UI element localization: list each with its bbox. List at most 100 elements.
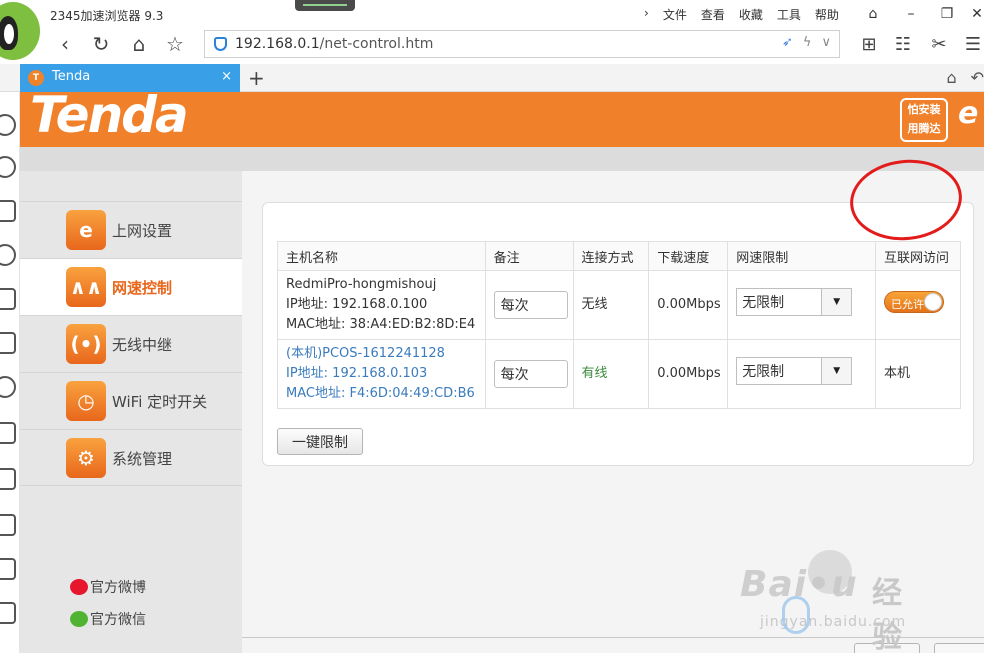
toggle-knob (924, 292, 943, 311)
weibo-icon[interactable] (0, 288, 16, 310)
close-window-icon[interactable]: ✕ (962, 3, 984, 25)
note-input[interactable] (493, 360, 568, 388)
host-info-cell: (本机)PCOS-1612241128 IP地址: 192.168.0.103 … (277, 339, 486, 409)
dropdown-arrow-icon[interactable]: ▼ (821, 288, 852, 315)
calculator-icon[interactable] (0, 514, 16, 536)
download-speed: 0.00Mbps (648, 339, 729, 409)
wechat-icon (70, 611, 88, 627)
menu-expand-icon[interactable]: › (644, 6, 649, 23)
undo-close-icon[interactable]: ↶ (971, 68, 984, 87)
sidebar-item-wifi-timer[interactable]: ◷ WiFi 定时开关 (20, 372, 242, 429)
host-info-cell: RedmiPro-hongmishouj IP地址: 192.168.0.100… (277, 270, 486, 340)
toggle-label: 已允许 (891, 297, 925, 311)
speed-wave-icon: ∧∧ (66, 267, 106, 307)
speed-limit-value: 无限制 (742, 363, 785, 380)
host-name: (本机)PCOS-1612241128 (286, 346, 445, 361)
menu-item-favorites[interactable]: 收藏 (739, 6, 763, 23)
sidebar-item-wireless-repeater[interactable]: (•) 无线中继 (20, 315, 242, 372)
tenda-favicon-icon: T (28, 70, 44, 86)
grid-icon[interactable] (0, 422, 16, 444)
cancel-button[interactable] (934, 643, 984, 653)
picture-icon[interactable] (0, 602, 16, 624)
download-speed: 0.00Mbps (648, 270, 729, 340)
menu-item-tools[interactable]: 工具 (777, 6, 801, 23)
home-icon[interactable]: ⌂ (126, 31, 152, 57)
speed-limit-cell: 无限制 ▼ (727, 270, 877, 340)
sidebar-item-label: WiFi 定时开关 (112, 393, 208, 411)
tools-icon[interactable] (0, 332, 16, 354)
speed-limit-value: 无限制 (742, 294, 785, 311)
skin-shirt-icon[interactable]: ⌂ (858, 3, 888, 25)
sweep-icon[interactable]: ⌂ (946, 68, 956, 87)
game-icon[interactable] (0, 376, 16, 398)
news-icon[interactable] (0, 200, 16, 222)
menu-item-help[interactable]: 帮助 (815, 6, 839, 23)
note-input[interactable] (493, 291, 568, 319)
device-table: 主机名称 备注 连接方式 下载速度 网速限制 互联网访问 RedmiPro-ho… (277, 241, 961, 409)
sidebar-item-system-management[interactable]: ⚙ 系统管理 (20, 429, 242, 486)
restore-icon[interactable]: ❐ (932, 3, 962, 25)
browser-title: 2345加速浏览器 9.3 (50, 9, 164, 23)
header-host-name: 主机名称 (277, 241, 486, 271)
table-row: (本机)PCOS-1612241128 IP地址: 192.168.0.103 … (277, 339, 961, 409)
url-host: 192.168.0.1 (235, 36, 320, 52)
sidebar-item-label: 网速控制 (112, 279, 173, 297)
new-tab-button[interactable]: + (248, 66, 265, 90)
reader-book-icon[interactable]: ☷ (890, 31, 916, 57)
menu-item-view[interactable]: 查看 (701, 6, 725, 23)
menu-bar: › 文件 查看 收藏 工具 帮助 (644, 6, 853, 23)
dropdown-arrow-icon[interactable]: ▼ (821, 357, 852, 384)
one-click-limit-button[interactable]: 一键限制 (277, 428, 363, 455)
chat-icon[interactable] (0, 244, 16, 266)
rocket-icon[interactable]: ➶ (782, 35, 793, 50)
back-icon[interactable]: ‹ (52, 31, 78, 57)
speed-limit-select[interactable]: 无限制 ▼ (736, 287, 853, 316)
tab-label: Tenda (52, 69, 91, 84)
official-wechat-link[interactable]: 官方微信 (70, 609, 146, 629)
tab-close-icon[interactable]: × (221, 69, 232, 84)
host-mac: MAC地址: F4:6D:04:49:CD:B6 (286, 386, 475, 401)
connection-type: 有线 (572, 339, 650, 409)
browser-titlebar: 2345加速浏览器 9.3 ‹ ↻ ⌂ ☆ › 文件 查看 收藏 工具 帮助 ⌂… (0, 0, 984, 64)
internet-access-toggle[interactable]: 已允许 (884, 290, 945, 313)
header-speed-limit: 网速限制 (727, 241, 877, 271)
sidebar-item-internet-settings[interactable]: e 上网设置 (20, 201, 242, 258)
refresh-icon[interactable]: ↻ (88, 31, 114, 57)
connection-type: 无线 (572, 270, 650, 340)
tab-tools: ⌂ ↶ (946, 68, 984, 87)
more-menu-icon[interactable]: ☰ (960, 31, 984, 57)
favorite-star-icon[interactable]: ☆ (162, 31, 188, 57)
lightning-icon[interactable]: ϟ (803, 35, 812, 50)
menu-item-file[interactable]: 文件 (663, 6, 687, 23)
speed-limit-select[interactable]: 无限制 ▼ (736, 356, 853, 385)
brand-swirl-icon: e (958, 96, 979, 131)
sidebar-item-speed-control[interactable]: ∧∧ 网速控制 (20, 258, 242, 315)
chevron-down-icon[interactable]: ∨ (821, 35, 831, 50)
history-icon[interactable] (0, 156, 16, 178)
slogan-badge: 怕安装 用腾达 (900, 98, 948, 142)
browser-side-strip (0, 92, 20, 653)
url-text[interactable]: 192.168.0.1/net-control.htm (235, 36, 433, 52)
apps-grid-icon[interactable]: ⊞ (856, 31, 882, 57)
drag-grip[interactable] (295, 0, 355, 11)
notes-icon[interactable] (0, 558, 16, 580)
sidebar-item-label: 无线中继 (112, 336, 173, 354)
gray-header-bar (20, 147, 984, 171)
header-note: 备注 (484, 241, 574, 271)
address-bar[interactable]: 192.168.0.1/net-control.htm ➶ ϟ ∨ (204, 30, 840, 58)
slogan-line-1: 怕安装 (907, 103, 941, 116)
tab-tenda[interactable]: T Tenda × (20, 64, 240, 92)
header-download-speed: 下载速度 (648, 241, 729, 271)
header-connection: 连接方式 (572, 241, 650, 271)
scissors-icon[interactable]: ✂ (926, 31, 952, 57)
table-header-row: 主机名称 备注 连接方式 下载速度 网速限制 互联网访问 (277, 241, 961, 271)
monitor-icon[interactable] (0, 468, 16, 490)
sidebar: e 上网设置 ∧∧ 网速控制 (•) 无线中继 ◷ WiFi 定时开关 ⚙ 系统… (20, 171, 242, 653)
minimize-icon[interactable]: – (896, 3, 926, 25)
official-weibo-link[interactable]: 官方微博 (70, 577, 146, 597)
microphone-icon[interactable] (782, 596, 810, 634)
watermark-text: 经验 (872, 576, 902, 653)
note-cell (484, 339, 574, 409)
favorites-icon[interactable] (0, 114, 16, 136)
internet-access-local: 本机 (875, 339, 961, 409)
